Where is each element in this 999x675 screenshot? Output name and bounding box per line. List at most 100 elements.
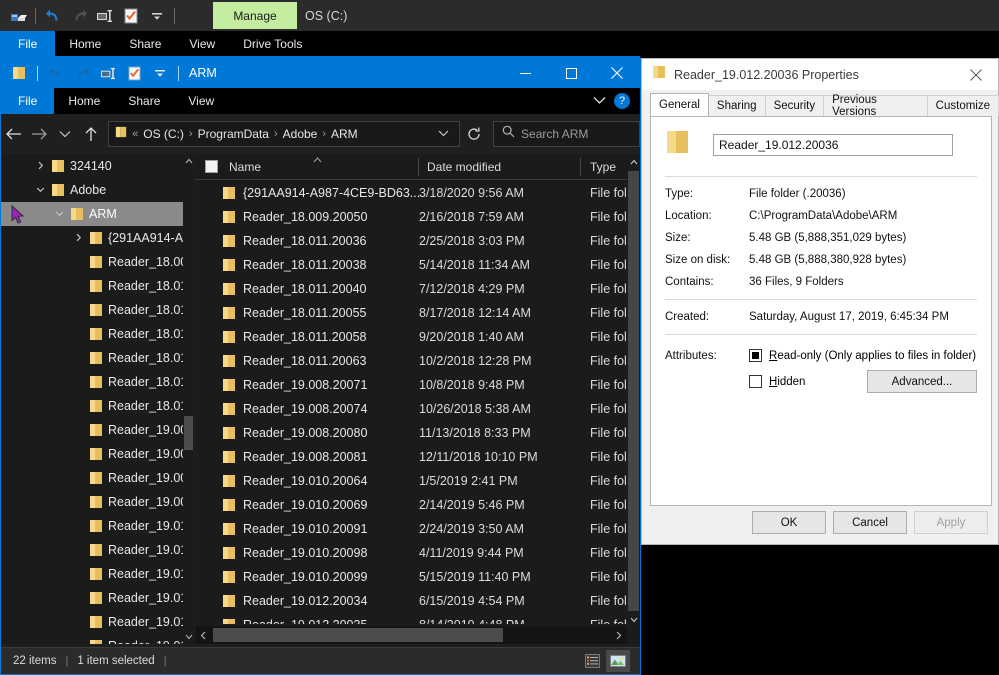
tab-share[interactable]: Share [114, 88, 174, 114]
up-one-level-icon[interactable] [78, 119, 104, 149]
dialog-buttons[interactable]: OK Cancel Apply [752, 511, 988, 534]
readonly-checkbox[interactable] [749, 349, 762, 362]
rename-icon[interactable] [96, 61, 120, 85]
table-row[interactable]: Reader_19.008.20074 10/26/2018 5:38 AM Fil… [195, 397, 627, 421]
hidden-checkbox[interactable] [749, 375, 762, 388]
tree-item-18[interactable]: Reader_19.010.… [1, 586, 194, 610]
tree-item-8[interactable]: Reader_18.011.… [1, 346, 194, 370]
arm-titlebar[interactable]: ARM [1, 58, 640, 88]
view-toggle-group[interactable] [580, 650, 640, 672]
chevron-right-icon[interactable] [32, 161, 48, 172]
close-icon[interactable] [594, 58, 640, 88]
tab-previous-versions[interactable]: Previous Versions [823, 94, 928, 118]
table-row[interactable]: Reader_18.011.20040 7/12/2018 4:29 PM File… [195, 277, 627, 301]
rename-icon[interactable] [93, 4, 117, 28]
folder-icon[interactable] [7, 61, 31, 85]
tab-view-back[interactable]: View [175, 31, 229, 56]
arm-explorer-window[interactable]: ARM File Home Share View ? « OS (C:) › P… [0, 58, 641, 675]
tab-sharing[interactable]: Sharing [707, 95, 766, 116]
table-row[interactable]: Reader_19.008.20071 10/8/2018 9:48 PM File… [195, 373, 627, 397]
table-row[interactable]: Reader_18.009.20050 2/16/2018 7:59 AM File… [195, 205, 627, 229]
tree-item-5[interactable]: Reader_18.011.… [1, 274, 194, 298]
column-divider-2[interactable] [580, 158, 581, 176]
tree-item-6[interactable]: Reader_18.011.… [1, 298, 194, 322]
refresh-icon[interactable] [460, 121, 488, 147]
arm-window-controls[interactable] [502, 58, 640, 88]
tree-item-2[interactable]: ARM [1, 202, 194, 226]
chevron-down-icon[interactable] [32, 185, 48, 196]
tree-item-3[interactable]: {291AA914-A9… [1, 226, 194, 250]
address-bar[interactable]: « OS (C:) › ProgramData › Adobe › ARM [108, 121, 461, 147]
customize-dropdown-icon[interactable] [145, 4, 169, 28]
back-navigation-icon[interactable] [1, 119, 27, 149]
redo-icon[interactable] [67, 4, 91, 28]
details-view-icon[interactable] [580, 650, 604, 672]
table-row[interactable]: Reader_19.010.20099 5/15/2019 11:40 PM Fil… [195, 565, 627, 589]
folder-name-field[interactable]: Reader_19.012.20036 [713, 133, 953, 156]
hscroll-right-icon[interactable] [611, 626, 627, 644]
hscrollbar-thumb[interactable] [213, 628, 503, 642]
undo-icon[interactable] [44, 61, 68, 85]
arm-ribbon-tabs[interactable]: File Home Share View ? [1, 88, 640, 114]
table-row[interactable]: Reader_18.011.20038 5/14/2018 11:34 AM Fil… [195, 253, 627, 277]
properties-icon[interactable] [122, 61, 146, 85]
tab-share-back[interactable]: Share [115, 31, 175, 56]
navigation-tree[interactable]: 324140 Adobe ARM {291AA914-A9… Reader_18.009… [1, 154, 194, 644]
tab-view[interactable]: View [174, 88, 228, 114]
properties-titlebar[interactable]: Reader_19.012.20036 Properties [642, 59, 998, 90]
list-vertical-scrollbar[interactable] [627, 154, 640, 628]
table-row[interactable]: Reader_18.011.20055 8/17/2018 12:14 AM Fil… [195, 301, 627, 325]
properties-icon[interactable] [119, 4, 143, 28]
back-window-titlebar[interactable]: Manage OS (C:) [0, 0, 999, 31]
column-header-date-modified[interactable]: Date modified [427, 154, 501, 180]
chevron-down-icon[interactable] [432, 129, 455, 140]
tree-scrollbar-thumb[interactable] [184, 416, 193, 450]
properties-tabs[interactable]: General Sharing Security Previous Versio… [650, 93, 999, 118]
breadcrumb-separator-2[interactable]: › [272, 128, 280, 140]
chevron-right-icon[interactable] [70, 233, 86, 244]
arm-quick-access-toolbar[interactable] [1, 61, 183, 85]
maximize-icon[interactable] [548, 58, 594, 88]
ok-button[interactable]: OK [752, 511, 826, 534]
list-scroll-up-icon[interactable] [627, 154, 640, 170]
back-window-ribbon-tabs[interactable]: File Home Share View Drive Tools [0, 31, 999, 56]
tree-item-20[interactable]: Reader_19.012.… [1, 634, 194, 644]
tree-item-11[interactable]: Reader_19.008.… [1, 418, 194, 442]
tab-home-back[interactable]: Home [55, 31, 115, 56]
navigation-tree-pane[interactable]: 324140 Adobe ARM {291AA914-A9… Reader_18.009… [1, 154, 194, 644]
tree-item-0[interactable]: 324140 [1, 154, 194, 178]
table-row[interactable]: Reader_18.011.20063 10/2/2018 12:28 PM Fil… [195, 349, 627, 373]
column-divider-1[interactable] [418, 158, 419, 176]
tree-vertical-scrollbar[interactable] [183, 154, 194, 644]
table-row[interactable]: Reader_19.010.20098 4/11/2019 9:44 PM File… [195, 541, 627, 565]
customize-dropdown-icon[interactable] [148, 61, 172, 85]
tree-scroll-down-icon[interactable] [183, 630, 194, 644]
breadcrumb-os-c[interactable]: OS (C:) [140, 127, 187, 141]
table-row[interactable]: Reader_19.010.20064 1/5/2019 2:41 PM File … [195, 469, 627, 493]
advanced-button[interactable]: Advanced... [867, 370, 977, 393]
tree-item-1[interactable]: Adobe [1, 178, 194, 202]
tree-item-15[interactable]: Reader_19.010.… [1, 514, 194, 538]
search-input[interactable]: Search ARM [493, 121, 640, 147]
table-row[interactable]: Reader_19.010.20091 2/24/2019 3:50 AM File… [195, 517, 627, 541]
cancel-button[interactable]: Cancel [833, 511, 907, 534]
table-row[interactable]: Reader_19.008.20080 11/13/2018 8:33 PM Fil… [195, 421, 627, 445]
breadcrumb-separator-1[interactable]: › [187, 128, 195, 140]
help-icon[interactable]: ? [614, 93, 630, 109]
table-row[interactable]: Reader_19.012.20034 6/15/2019 4:54 PM File… [195, 589, 627, 613]
hscroll-left-icon[interactable] [195, 626, 211, 644]
table-row[interactable]: Reader_19.012.20035 8/14/2019 4:48 PM File… [195, 613, 627, 624]
list-scroll-down-icon[interactable] [627, 612, 640, 628]
tab-customize[interactable]: Customize [926, 95, 999, 116]
tab-general[interactable]: General [650, 93, 709, 116]
tab-security[interactable]: Security [764, 95, 825, 116]
tree-item-14[interactable]: Reader_19.008.… [1, 490, 194, 514]
close-icon[interactable] [953, 59, 998, 90]
tree-scroll-up-icon[interactable] [183, 154, 194, 168]
tab-file-back[interactable]: File [0, 31, 56, 56]
tab-home[interactable]: Home [54, 88, 114, 114]
minimize-icon[interactable] [502, 58, 548, 88]
column-header-type[interactable]: Type [590, 154, 616, 180]
tree-item-12[interactable]: Reader_19.008.… [1, 442, 194, 466]
breadcrumb-arm[interactable]: ARM [328, 127, 361, 141]
